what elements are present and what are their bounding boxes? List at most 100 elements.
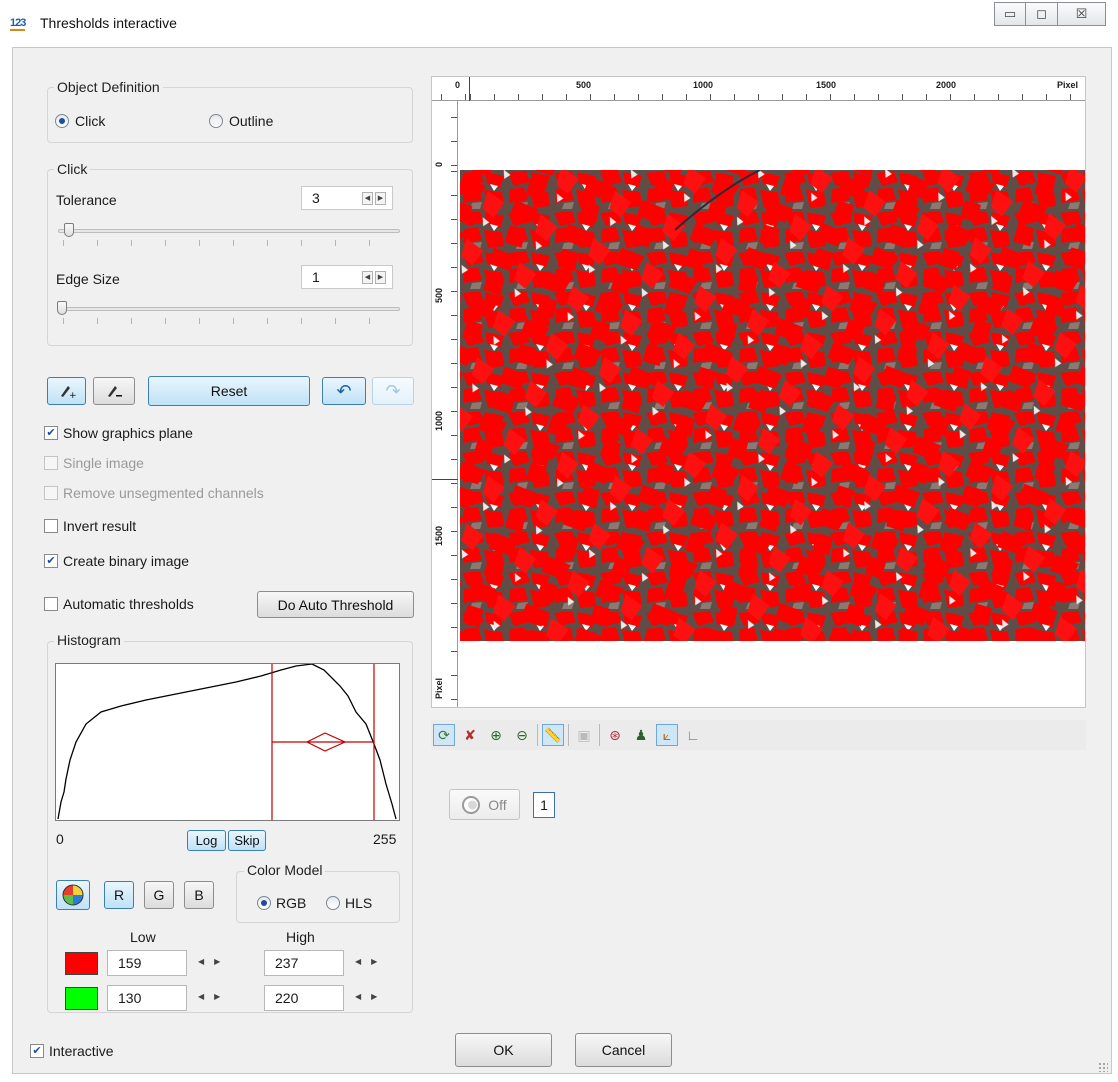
frame-number[interactable]: 1	[533, 792, 555, 818]
zoom-in-tool[interactable]: ⊕	[485, 724, 507, 746]
invert-result-box[interactable]	[44, 519, 58, 533]
ruler-tool[interactable]: 📏	[542, 724, 564, 746]
green-low-decrease-icon[interactable]: ◀	[193, 992, 209, 1001]
maximize-button[interactable]: ◻	[1026, 2, 1058, 26]
svg-text:+: +	[69, 391, 76, 399]
green-high-increase-icon[interactable]: ▶	[366, 992, 382, 1001]
single-image-checkbox[interactable]: Single image	[44, 455, 144, 471]
zoom-out-icon: ⊖	[516, 726, 528, 743]
tolerance-increase-icon[interactable]: ▶	[375, 191, 386, 205]
channel-g-label: G	[153, 887, 165, 903]
create-binary-box[interactable]: ✔	[44, 554, 58, 568]
show-graphics-plane-label: Show graphics plane	[63, 425, 193, 441]
automatic-thresholds-checkbox[interactable]: Automatic thresholds	[44, 596, 194, 612]
tolerance-slider[interactable]	[58, 229, 400, 233]
edge-size-increase-icon[interactable]: ▶	[375, 270, 386, 284]
toggle-circle-icon	[462, 795, 481, 814]
create-binary-checkbox[interactable]: ✔ Create binary image	[44, 553, 189, 569]
axes-tool[interactable]: ⟀	[656, 724, 678, 746]
reset-button[interactable]: Reset	[148, 376, 310, 406]
edge-size-value[interactable]: 1	[302, 269, 362, 285]
redo-button[interactable]: ↷	[372, 377, 414, 405]
red-high-increase-icon[interactable]: ▶	[366, 957, 382, 966]
radio-hls-label: HLS	[345, 895, 373, 911]
red-low-value[interactable]: 159	[108, 955, 186, 971]
channel-g-button[interactable]: G	[144, 881, 174, 909]
invert-result-checkbox[interactable]: Invert result	[44, 518, 136, 534]
log-button[interactable]: Log	[187, 830, 226, 851]
green-high-arrows[interactable]: ◀ ▶	[350, 992, 382, 1001]
red-low-field[interactable]: 159	[107, 950, 187, 976]
zoom-pan-tool[interactable]: ⟳	[433, 724, 455, 746]
remove-pen-button[interactable]	[93, 377, 135, 405]
tolerance-slider-thumb[interactable]	[64, 223, 74, 237]
radio-hls-dot[interactable]	[326, 896, 340, 910]
remove-unsegmented-box[interactable]	[44, 486, 58, 500]
color-picker-tool[interactable]: ♟	[630, 724, 652, 746]
show-graphics-plane-box[interactable]: ✔	[44, 426, 58, 440]
green-low-arrows[interactable]: ◀ ▶	[193, 992, 225, 1001]
radio-outline-dot[interactable]	[209, 114, 223, 128]
radio-click-dot[interactable]	[55, 114, 69, 128]
tolerance-value[interactable]: 3	[302, 190, 362, 206]
green-high-decrease-icon[interactable]: ◀	[350, 992, 366, 1001]
zoom-out-tool[interactable]: ⊖	[511, 724, 533, 746]
do-auto-threshold-button[interactable]: Do Auto Threshold	[257, 591, 414, 618]
skip-button[interactable]: Skip	[228, 830, 266, 851]
edge-size-slider[interactable]	[58, 307, 400, 311]
remove-unsegmented-checkbox[interactable]: Remove unsegmented channels	[44, 485, 264, 501]
playback-toggle-button[interactable]: Off	[449, 789, 520, 820]
segmented-image[interactable]	[460, 170, 1085, 641]
red-low-arrows[interactable]: ◀ ▶	[193, 957, 225, 966]
green-low-increase-icon[interactable]: ▶	[209, 992, 225, 1001]
skip-label: Skip	[234, 833, 260, 848]
red-high-field[interactable]: 237	[264, 950, 344, 976]
red-high-decrease-icon[interactable]: ◀	[350, 957, 366, 966]
histogram-plot[interactable]	[55, 663, 400, 821]
minimize-button[interactable]: ▭	[994, 2, 1026, 26]
tolerance-decrease-icon[interactable]: ◀	[362, 191, 373, 205]
tolerance-spinbox[interactable]: 3 ◀ ▶	[301, 186, 393, 210]
single-image-box[interactable]	[44, 456, 58, 470]
close-button[interactable]: ☒	[1058, 2, 1106, 26]
radio-rgb[interactable]: RGB	[257, 895, 306, 911]
no-pan-tool[interactable]: ✘	[459, 724, 481, 746]
red-high-value[interactable]: 237	[265, 955, 343, 971]
radio-click[interactable]: Click	[55, 113, 105, 129]
crosshair-tool[interactable]: ⊛	[604, 724, 626, 746]
zoom-in-icon: ⊕	[490, 726, 502, 743]
interactive-label: Interactive	[49, 1043, 114, 1059]
green-high-field[interactable]: 220	[264, 985, 344, 1011]
radio-rgb-dot[interactable]	[257, 896, 271, 910]
green-high-value[interactable]: 220	[265, 990, 343, 1006]
channel-b-button[interactable]: B	[184, 881, 214, 909]
fit-tool[interactable]: ▣	[573, 724, 595, 746]
red-high-arrows[interactable]: ◀ ▶	[350, 957, 382, 966]
green-low-value[interactable]: 130	[108, 990, 186, 1006]
channel-r-button[interactable]: R	[104, 881, 134, 909]
red-low-increase-icon[interactable]: ▶	[209, 957, 225, 966]
red-low-decrease-icon[interactable]: ◀	[193, 957, 209, 966]
resize-grip[interactable]	[1098, 1062, 1108, 1072]
radio-outline[interactable]: Outline	[209, 113, 273, 129]
undo-button[interactable]: ↶	[322, 377, 366, 405]
cancel-label: Cancel	[601, 1042, 646, 1058]
green-low-field[interactable]: 130	[107, 985, 187, 1011]
ok-button[interactable]: OK	[455, 1033, 552, 1067]
add-pen-button[interactable]: +	[47, 377, 86, 405]
edge-size-spinbox[interactable]: 1 ◀ ▶	[301, 265, 393, 289]
person-icon: ♟	[634, 726, 648, 743]
automatic-thresholds-box[interactable]	[44, 597, 58, 611]
interactive-checkbox[interactable]: ✔ Interactive	[30, 1043, 114, 1059]
plot-tool[interactable]: ∟	[682, 724, 704, 746]
all-channels-button[interactable]	[56, 880, 90, 910]
edge-size-decrease-icon[interactable]: ◀	[362, 270, 373, 284]
interactive-box[interactable]: ✔	[30, 1044, 44, 1058]
y-ruler-label-pixel: Pixel	[434, 677, 444, 699]
cancel-button[interactable]: Cancel	[575, 1033, 672, 1067]
show-graphics-plane-checkbox[interactable]: ✔ Show graphics plane	[44, 425, 193, 441]
edge-size-slider-thumb[interactable]	[57, 301, 67, 315]
green-channel-swatch	[65, 987, 98, 1010]
red-channel-swatch	[65, 952, 98, 975]
radio-hls[interactable]: HLS	[326, 895, 372, 911]
